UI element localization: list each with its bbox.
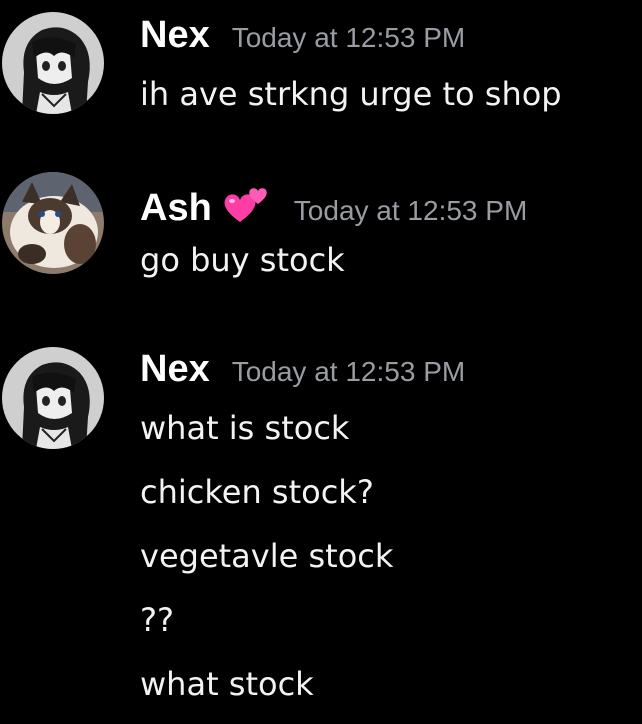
avatar-nex[interactable] bbox=[2, 12, 104, 114]
username[interactable]: Ash bbox=[140, 187, 212, 230]
two-hearts-icon bbox=[222, 186, 272, 226]
timestamp[interactable]: Today at 12:53 PM bbox=[232, 356, 465, 388]
username[interactable]: Nex bbox=[140, 14, 210, 57]
message-header: Nex Today at 12:53 PM bbox=[140, 14, 465, 57]
avatar-ash[interactable] bbox=[2, 172, 104, 274]
username[interactable]: Nex bbox=[140, 348, 210, 391]
message-text: vegetavle stock bbox=[140, 537, 394, 575]
message-text: what stock bbox=[140, 665, 314, 703]
message-text: chicken stock? bbox=[140, 473, 374, 511]
anime-girl-avatar-icon bbox=[2, 347, 104, 449]
message-header: Nex Today at 12:53 PM bbox=[140, 348, 465, 391]
message-text: what is stock bbox=[140, 409, 350, 447]
message-header: Ash Today at 12:53 PM bbox=[140, 180, 527, 230]
anime-girl-avatar-icon bbox=[2, 12, 104, 114]
message-text: go buy stock bbox=[140, 241, 345, 279]
timestamp[interactable]: Today at 12:53 PM bbox=[294, 195, 527, 227]
message-text: ?? bbox=[140, 601, 174, 639]
message-text: ih ave strkng urge to shop bbox=[140, 75, 562, 113]
avatar-nex[interactable] bbox=[2, 347, 104, 449]
ragdoll-cat-avatar-icon bbox=[2, 172, 104, 274]
timestamp[interactable]: Today at 12:53 PM bbox=[232, 22, 465, 54]
